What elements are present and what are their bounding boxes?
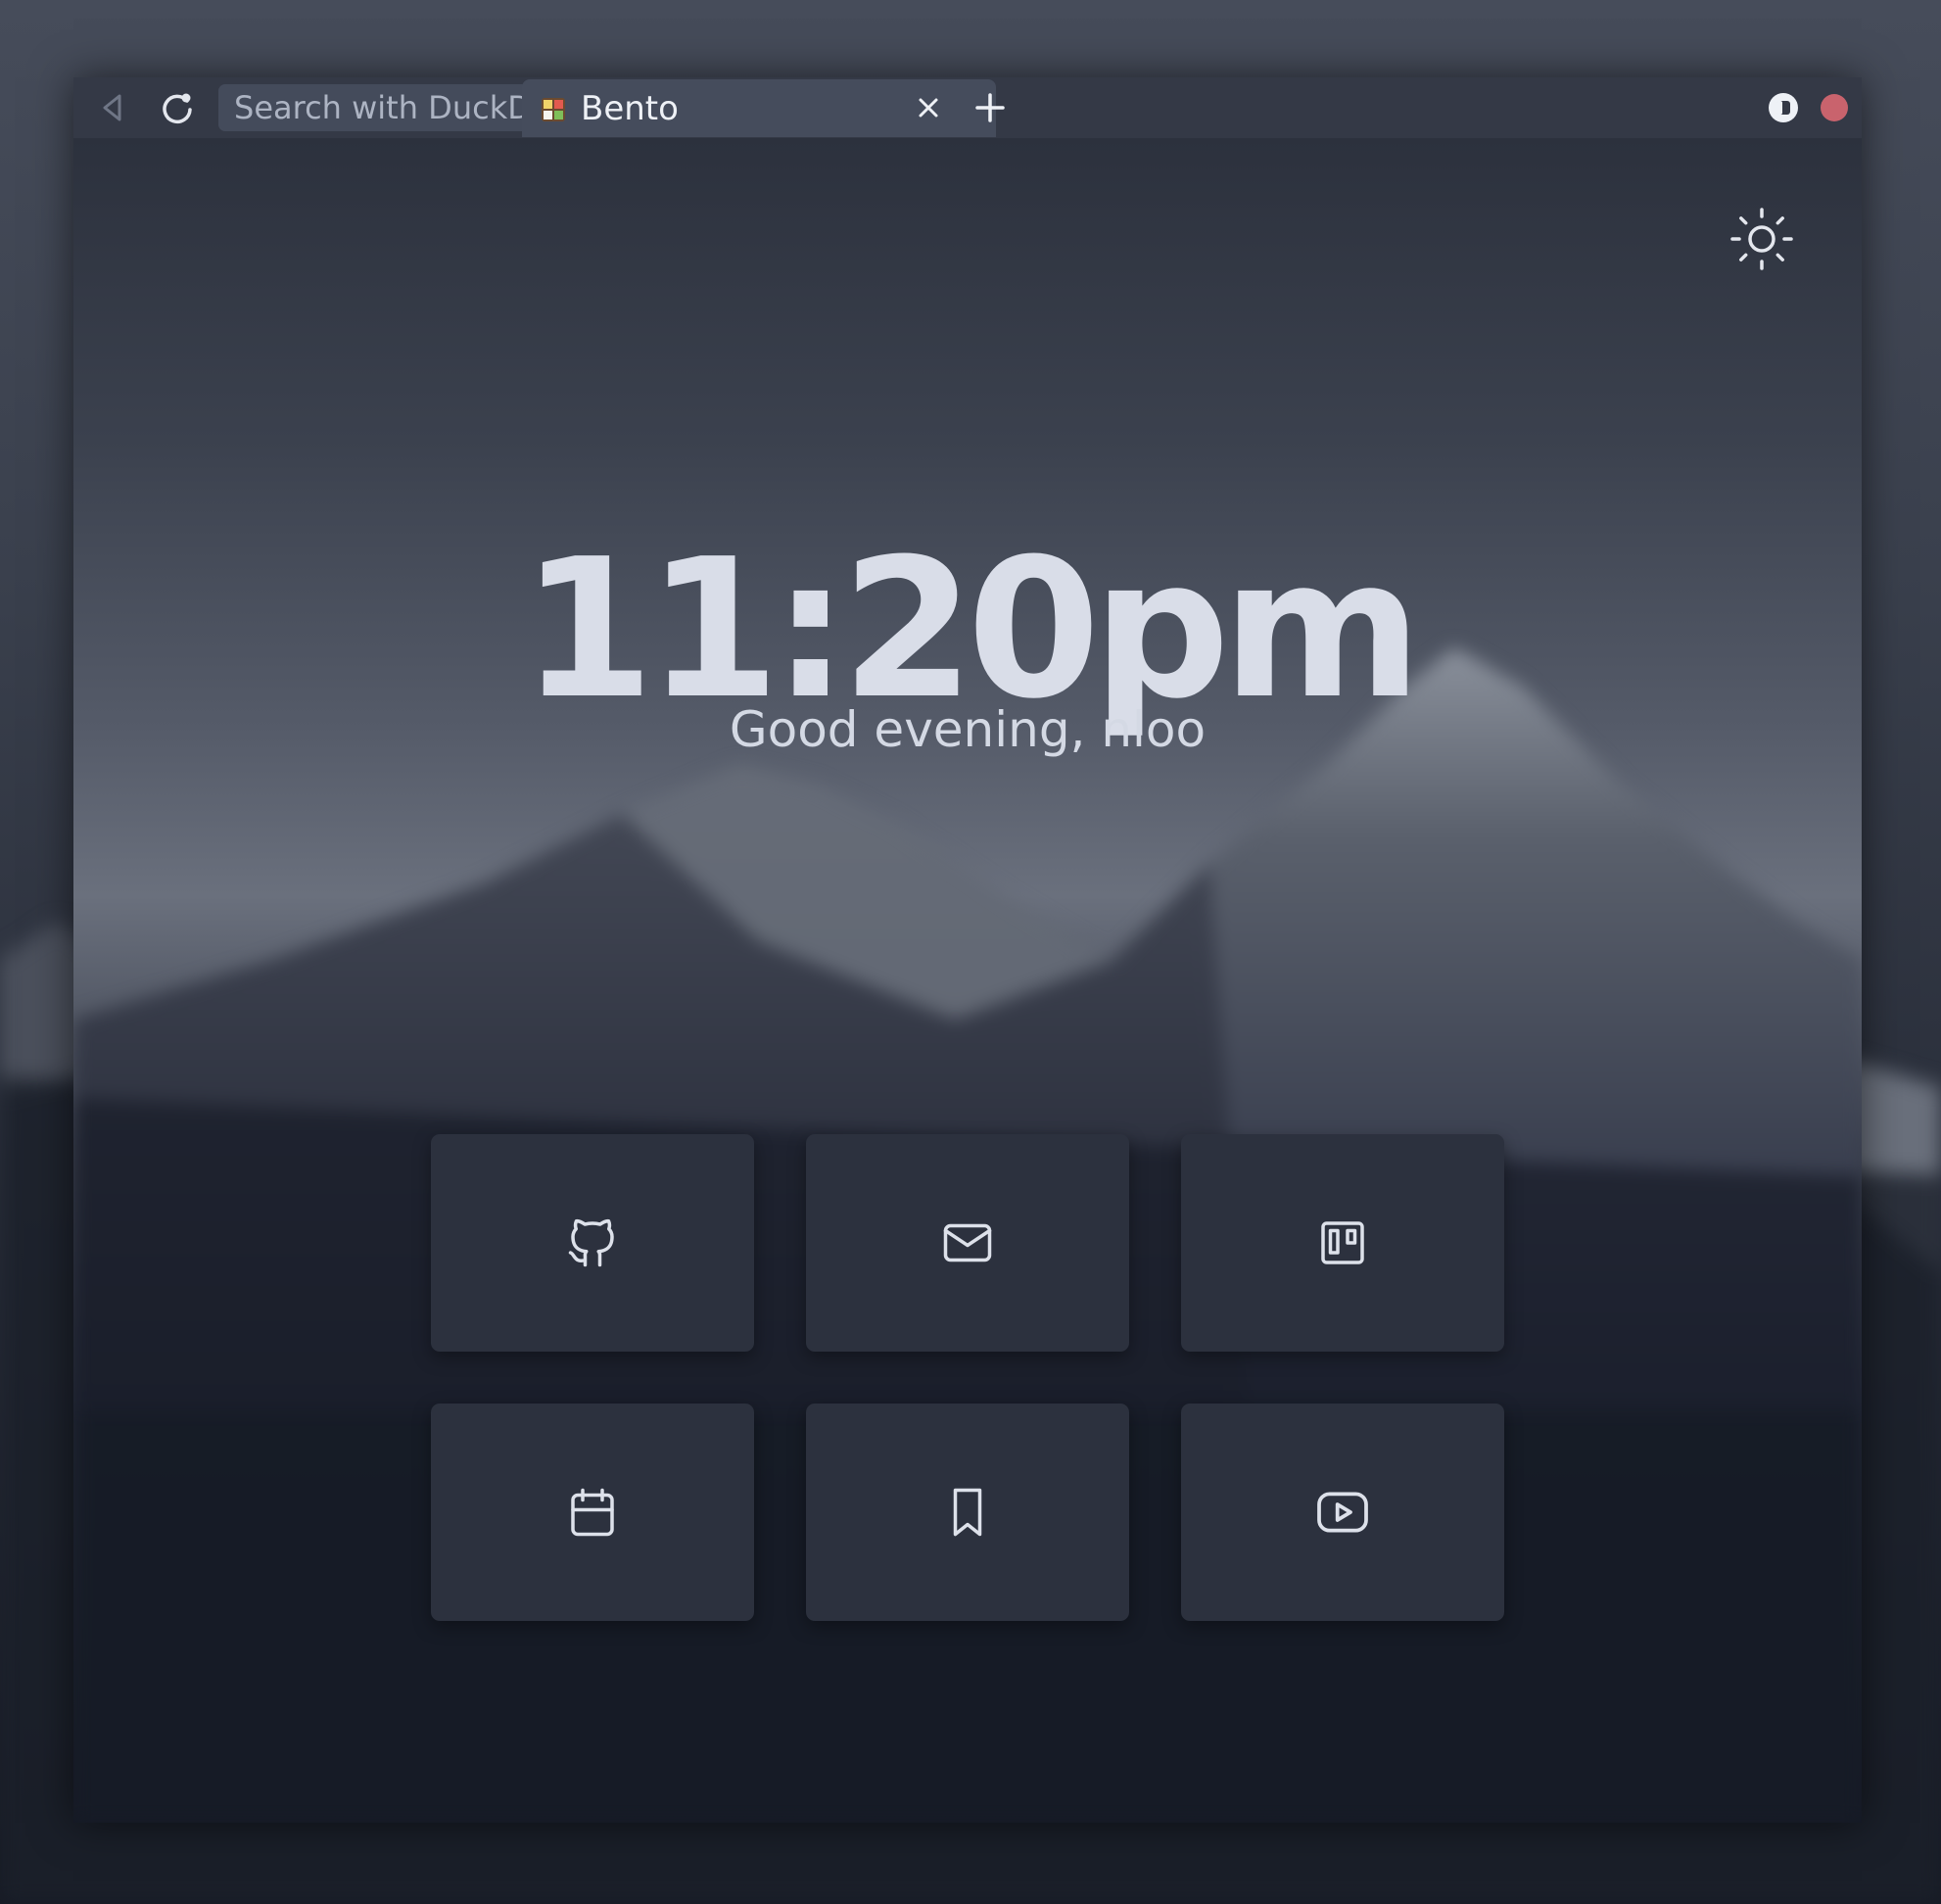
sun-icon: [1730, 208, 1793, 270]
bookmark-link-card[interactable]: [806, 1404, 1129, 1621]
browser-toolbar: Bento: [73, 77, 1862, 138]
reload-button[interactable]: [158, 88, 197, 127]
plus-icon: [975, 93, 1005, 122]
sidebar-icon: [1769, 93, 1798, 122]
github-icon: [568, 1218, 614, 1267]
back-arrow-icon: [103, 94, 121, 121]
mail-icon: [943, 1223, 992, 1262]
close-icon: [919, 98, 938, 118]
tab-title: Bento: [581, 89, 679, 128]
trello-icon: [1321, 1221, 1364, 1264]
github-link-card[interactable]: [431, 1134, 754, 1352]
window-close-button[interactable]: [1815, 88, 1854, 127]
new-tab-button[interactable]: [970, 88, 1010, 127]
youtube-link-card[interactable]: [1181, 1404, 1504, 1621]
back-button[interactable]: [93, 88, 132, 127]
tab-bento[interactable]: Bento: [522, 79, 996, 137]
close-circle-icon: [1821, 94, 1848, 121]
trello-link-card[interactable]: [1181, 1134, 1504, 1352]
bento-box-icon: [542, 98, 565, 121]
bookmark-icon: [953, 1488, 982, 1537]
calendar-icon: [571, 1488, 614, 1537]
youtube-icon: [1317, 1492, 1368, 1533]
calendar-link-card[interactable]: [431, 1404, 754, 1621]
browser-window: Bento: [73, 77, 1862, 1823]
mail-link-card[interactable]: [806, 1134, 1129, 1352]
sidebar-toggle-button[interactable]: [1764, 88, 1803, 127]
theme-toggle-button[interactable]: [1728, 205, 1796, 273]
reload-icon: [163, 93, 192, 124]
greeting: Good evening, nloo: [729, 701, 1207, 758]
bento-page: 11:20pm Good evening, nloo: [73, 138, 1862, 1823]
tab-close-button[interactable]: [912, 91, 945, 124]
